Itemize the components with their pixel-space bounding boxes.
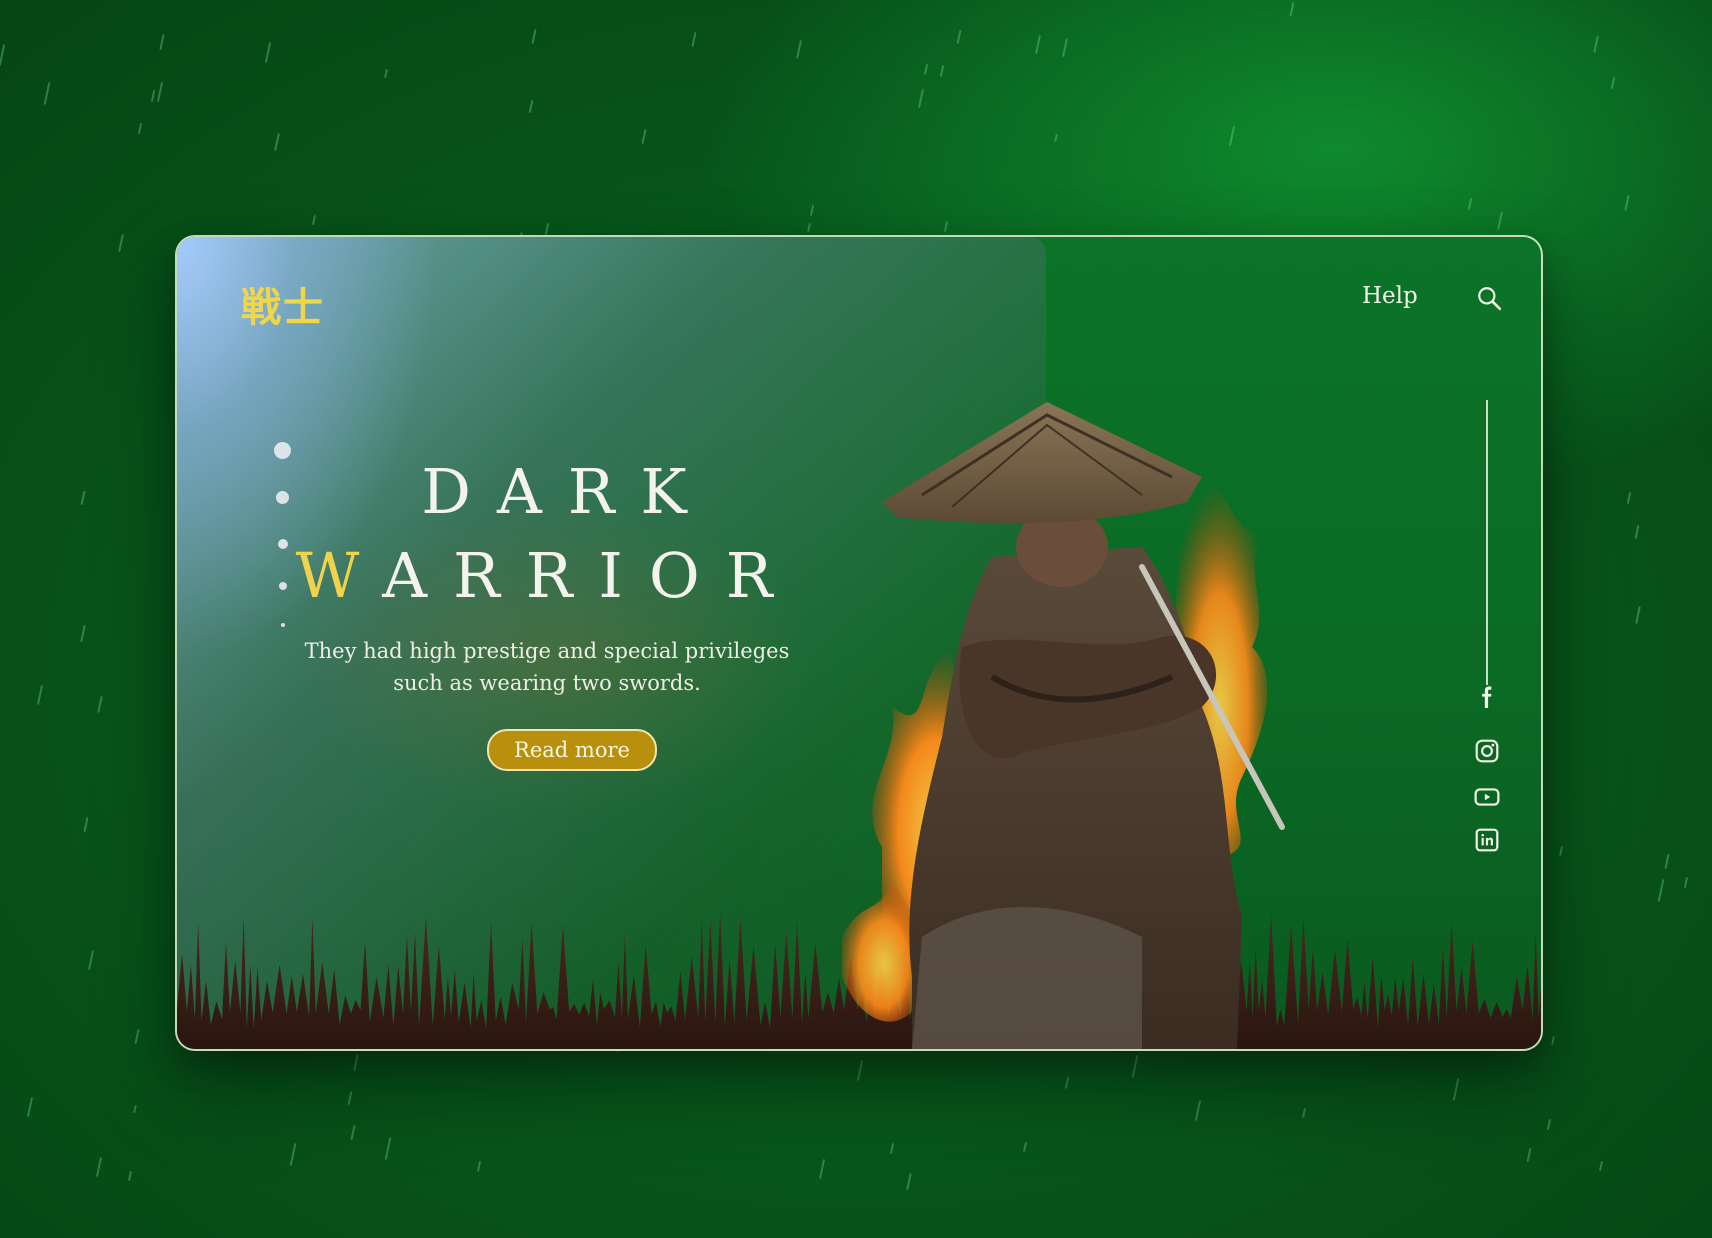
rain-streak: [127, 1170, 133, 1182]
rain-streak: [923, 63, 929, 76]
rain-streak: [818, 1159, 826, 1179]
rain-streak: [1035, 34, 1041, 55]
rain-streak: [384, 68, 388, 79]
rain-streak: [347, 1090, 353, 1106]
rain-streak: [353, 1053, 359, 1072]
brand-logo[interactable]: 戦士: [241, 275, 325, 333]
rain-streak: [1664, 853, 1670, 870]
rain-streak: [796, 39, 802, 60]
rain-streak: [1289, 1, 1295, 17]
rain-streak: [1526, 1147, 1532, 1163]
rain-streak: [134, 1028, 140, 1045]
rain-streak: [807, 222, 811, 233]
hero-title: DARK WARRIOR: [277, 452, 817, 620]
instagram-icon[interactable]: [1474, 738, 1500, 764]
rain-streak: [544, 222, 550, 236]
rain-streak: [1131, 1055, 1139, 1078]
rain-streak: [43, 82, 51, 105]
nav-help-link[interactable]: Help: [1362, 283, 1418, 309]
rain-streak: [159, 33, 165, 51]
rain-streak: [95, 1157, 103, 1177]
rain-streak: [80, 624, 86, 643]
rain-streak: [80, 490, 86, 506]
youtube-icon[interactable]: [1474, 784, 1500, 810]
rain-streak: [1467, 197, 1473, 211]
rain-streak: [531, 28, 537, 45]
rain-streak: [26, 1097, 34, 1117]
rain-streak: [137, 122, 143, 135]
rain-streak: [83, 816, 89, 833]
rain-streak: [476, 1160, 482, 1173]
hero-title-accent-letter: W: [295, 539, 383, 612]
rain-streak: [906, 1172, 912, 1191]
rain-streak: [956, 29, 962, 45]
rain-streak: [1064, 1076, 1070, 1090]
rain-streak: [1593, 35, 1599, 54]
linkedin-icon[interactable]: [1474, 827, 1500, 853]
rain-streak: [150, 89, 156, 103]
rain-streak: [87, 950, 95, 970]
rain-streak: [1054, 133, 1058, 143]
rain-streak: [1194, 1100, 1202, 1121]
rain-streak: [97, 695, 103, 714]
rain-streak: [809, 204, 815, 217]
hero-title-line2: WARRIOR: [277, 532, 817, 620]
rain-streak: [1497, 211, 1503, 231]
read-more-button[interactable]: Read more: [487, 729, 657, 771]
rain-streak: [691, 31, 697, 48]
rain-streak: [118, 233, 124, 253]
rain-streak: [1062, 37, 1068, 58]
rain-streak: [918, 88, 924, 109]
rain-streak: [1452, 1078, 1460, 1101]
rain-streak: [1657, 879, 1665, 902]
rain-streak: [1022, 1141, 1028, 1153]
rain-streak: [133, 1104, 137, 1114]
rain-streak: [528, 99, 534, 114]
rain-streak: [384, 1137, 392, 1160]
rain-streak: [289, 1143, 297, 1166]
slider-dot-5[interactable]: [281, 623, 285, 627]
warrior-illustration: [842, 402, 1285, 1049]
rain-streak: [939, 64, 945, 78]
rain-streak: [1558, 845, 1564, 857]
social-divider-line: [1486, 400, 1488, 685]
rain-streak: [350, 1124, 356, 1141]
rain-streak: [1228, 126, 1236, 146]
rain-streak: [1626, 491, 1632, 505]
rain-streak: [311, 214, 317, 226]
rain-streak: [1546, 1118, 1552, 1131]
rain-streak: [1683, 876, 1689, 889]
rain-streak: [156, 82, 164, 102]
rain-streak: [1551, 1035, 1555, 1046]
rain-streak: [36, 685, 44, 705]
rain-streak: [641, 128, 647, 145]
rain-streak: [1598, 1160, 1604, 1172]
rain-streak: [1610, 76, 1616, 90]
hero-card: 戦士 Help DARK WARRIOR They had high prest…: [175, 235, 1543, 1051]
facebook-icon[interactable]: [1474, 682, 1500, 708]
rain-streak: [1624, 194, 1630, 212]
rain-streak: [274, 132, 280, 152]
rain-streak: [264, 42, 272, 63]
search-icon[interactable]: [1476, 285, 1502, 311]
rain-streak: [1634, 524, 1640, 540]
rain-streak: [943, 220, 949, 233]
hero-title-line2-rest: ARRIOR: [382, 539, 799, 612]
rain-streak: [1635, 605, 1641, 625]
rain-streak: [1301, 1107, 1307, 1119]
hero-subtitle: They had high prestige and special privi…: [304, 639, 790, 695]
rain-streak: [889, 1142, 895, 1155]
rain-streak: [0, 44, 6, 66]
rain-streak: [856, 1060, 864, 1081]
hero-title-line1: DARK: [421, 455, 713, 528]
